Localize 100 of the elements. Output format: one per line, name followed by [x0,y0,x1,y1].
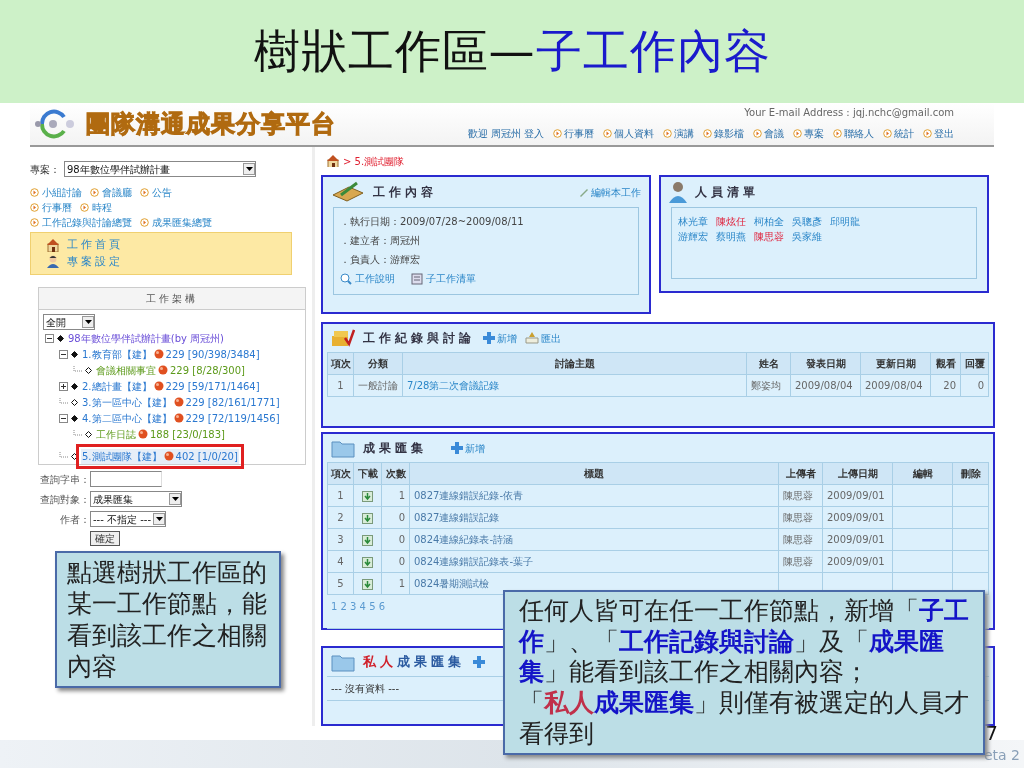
add-link[interactable]: 新增 [483,330,517,346]
tree-node[interactable]: 98年數位學伴試辦計畫(by 周冠州) [67,330,225,346]
table-cell: 3 [327,528,354,551]
person-link[interactable]: 林光章 [678,214,708,229]
bullet-icon [90,188,99,197]
folder-icon [331,438,355,458]
title-link[interactable]: 0827連線錯誤記錄 [414,512,500,523]
table-cell: 陳思蓉 [778,506,823,529]
person-icon [47,255,59,269]
collapse-icon[interactable] [45,333,54,343]
table-cell: 0 [381,528,410,551]
sidebar-link[interactable]: 會議廳 [90,185,132,200]
target-select[interactable]: 成果匯集 [90,491,182,507]
download-icon[interactable] [362,490,373,502]
query-field[interactable] [90,471,162,487]
callout-text: 任何人皆可在任一工作節點，新增「子工作」、「工作記錄與討論」及「成果匯集」能看到該工作之相關內容； 「私人成果匯集」則僅有被選定的人員才看得到 [503,590,985,756]
tree-line-icon [59,397,68,407]
work-link[interactable]: 工作說明 [340,271,395,286]
person-link[interactable]: 柯柏全 [754,214,784,229]
column-header: 次數 [381,462,410,485]
collapse-icon[interactable] [59,413,68,423]
nav-link[interactable]: 錄影檔 [703,126,744,141]
sidebar-link[interactable]: 工作記錄與討論總覽 [30,215,132,230]
bullet-icon [140,218,149,227]
tree-line-icon [73,429,82,439]
title-link[interactable]: 0827連線錯誤紀錄-依青 [414,490,524,501]
expand-icon[interactable] [59,381,68,391]
bullet-icon [30,188,39,197]
nav-link[interactable]: 會議 [753,126,784,141]
ball-icon [138,429,148,439]
person-link[interactable]: 邱明龍 [830,214,860,229]
target-label: 查詢對象： [39,492,90,507]
topic-link[interactable]: 7/28第二次會議記錄 [402,374,747,397]
nav-link[interactable]: 聯絡人 [833,126,874,141]
download-icon[interactable] [362,534,373,546]
table-cell: 2009/08/04 [790,374,861,397]
table-cell: 2009/09/01 [822,506,893,529]
email-address: Your E-mail Address : jqj.nchc@gmail.com [744,106,954,120]
filter-select[interactable]: 全開 [43,314,95,330]
tree-node[interactable]: 4.第二區中心【建】 229 [72/119/1456] [81,410,281,426]
download-icon[interactable] [362,556,373,568]
pagination-links[interactable]: 1 2 3 4 5 6 [331,601,386,612]
table-cell: 5 [327,572,354,595]
column-header: 上傳者 [778,462,823,485]
welcome-text: 歡迎 周冠州 登入 [467,127,544,141]
sidebar-link[interactable]: 小組討論 [30,185,82,200]
column-header: 觀看 [930,352,961,375]
nav-link[interactable]: 行事曆 [553,126,594,141]
table-cell: 1 [381,572,410,595]
add-link[interactable]: 新增 [451,440,485,456]
caret-icon [84,320,92,324]
edit-link[interactable]: 編輯本工作 [579,184,641,200]
nav-link[interactable]: 演講 [663,126,694,141]
download-icon[interactable] [362,578,373,590]
work-link[interactable]: 子工作清單 [411,271,476,286]
plus-icon [483,332,495,344]
tree-node[interactable]: 會議相關事宜 229 [8/28/300] [95,362,246,378]
sidebar-link[interactable]: 行事曆 [30,200,72,215]
table-cell: 1 [381,484,410,507]
download-icon[interactable] [362,512,373,524]
bullet-icon [883,129,892,138]
nav-link[interactable]: 專案 [793,126,824,141]
hollow-diamond-icon [85,430,92,438]
magnifier-icon [340,272,352,285]
column-header: 發表日期 [790,352,861,375]
export-link[interactable]: 匯出 [525,330,561,346]
nav-link[interactable]: 個人資料 [603,126,654,141]
ball-icon [173,397,184,407]
tree-node[interactable]: 1.教育部【建】 229 [90/398/3484] [81,346,261,362]
tree-line-icon [59,451,68,461]
tree-node[interactable]: 3.第一區中心【建】 229 [82/161/1771] [81,394,281,410]
tree-node[interactable]: 工作日誌 188 [23/0/183] [95,426,226,442]
person-link[interactable]: 吳家維 [792,229,822,244]
nav-link[interactable]: 登出 [923,126,954,141]
title-link[interactable]: 0824連線紀錄表-詩涵 [414,534,514,545]
submit-button[interactable]: 確定 [90,531,120,546]
person-link[interactable]: 游輝宏 [678,229,708,244]
bullet-icon [663,129,672,138]
author-select[interactable]: --- 不指定 --- [90,511,166,527]
nav-link[interactable]: 統計 [883,126,914,141]
project-select[interactable]: 98年數位學伴試辦計畫 [64,161,256,177]
sidebar-link[interactable]: 成果匯集總覽 [140,215,212,230]
bullet-icon [833,129,842,138]
collapse-icon[interactable] [59,349,68,359]
sidebar-link[interactable]: 時程 [80,200,112,215]
person-link[interactable]: 吳聰彥 [792,214,822,229]
sidebar-link[interactable]: 公告 [140,185,172,200]
breadcrumb[interactable]: > 5.測試團隊 [343,153,405,169]
menu-item[interactable]: 專案設定 [47,253,275,270]
info-line: ．執行日期：2009/07/28~2009/08/11 [340,215,525,229]
hollow-diamond-icon [85,366,92,374]
person-link[interactable]: 蔡明燕 [716,229,746,244]
column-header: 刪除 [952,462,989,485]
tree-node[interactable]: 2.總計畫【建】 229 [59/171/1464] [81,378,261,394]
title-link[interactable]: 0824連線錯誤記錄表-葉子 [414,556,534,567]
person-link[interactable]: 陳炫任 [716,214,746,229]
title-link[interactable]: 0824暑期測試檢 [414,578,490,589]
menu-item[interactable]: 工作首頁 [47,237,275,254]
person-link[interactable]: 陳思蓉 [754,229,784,244]
clipboard-pen-icon [331,181,365,203]
